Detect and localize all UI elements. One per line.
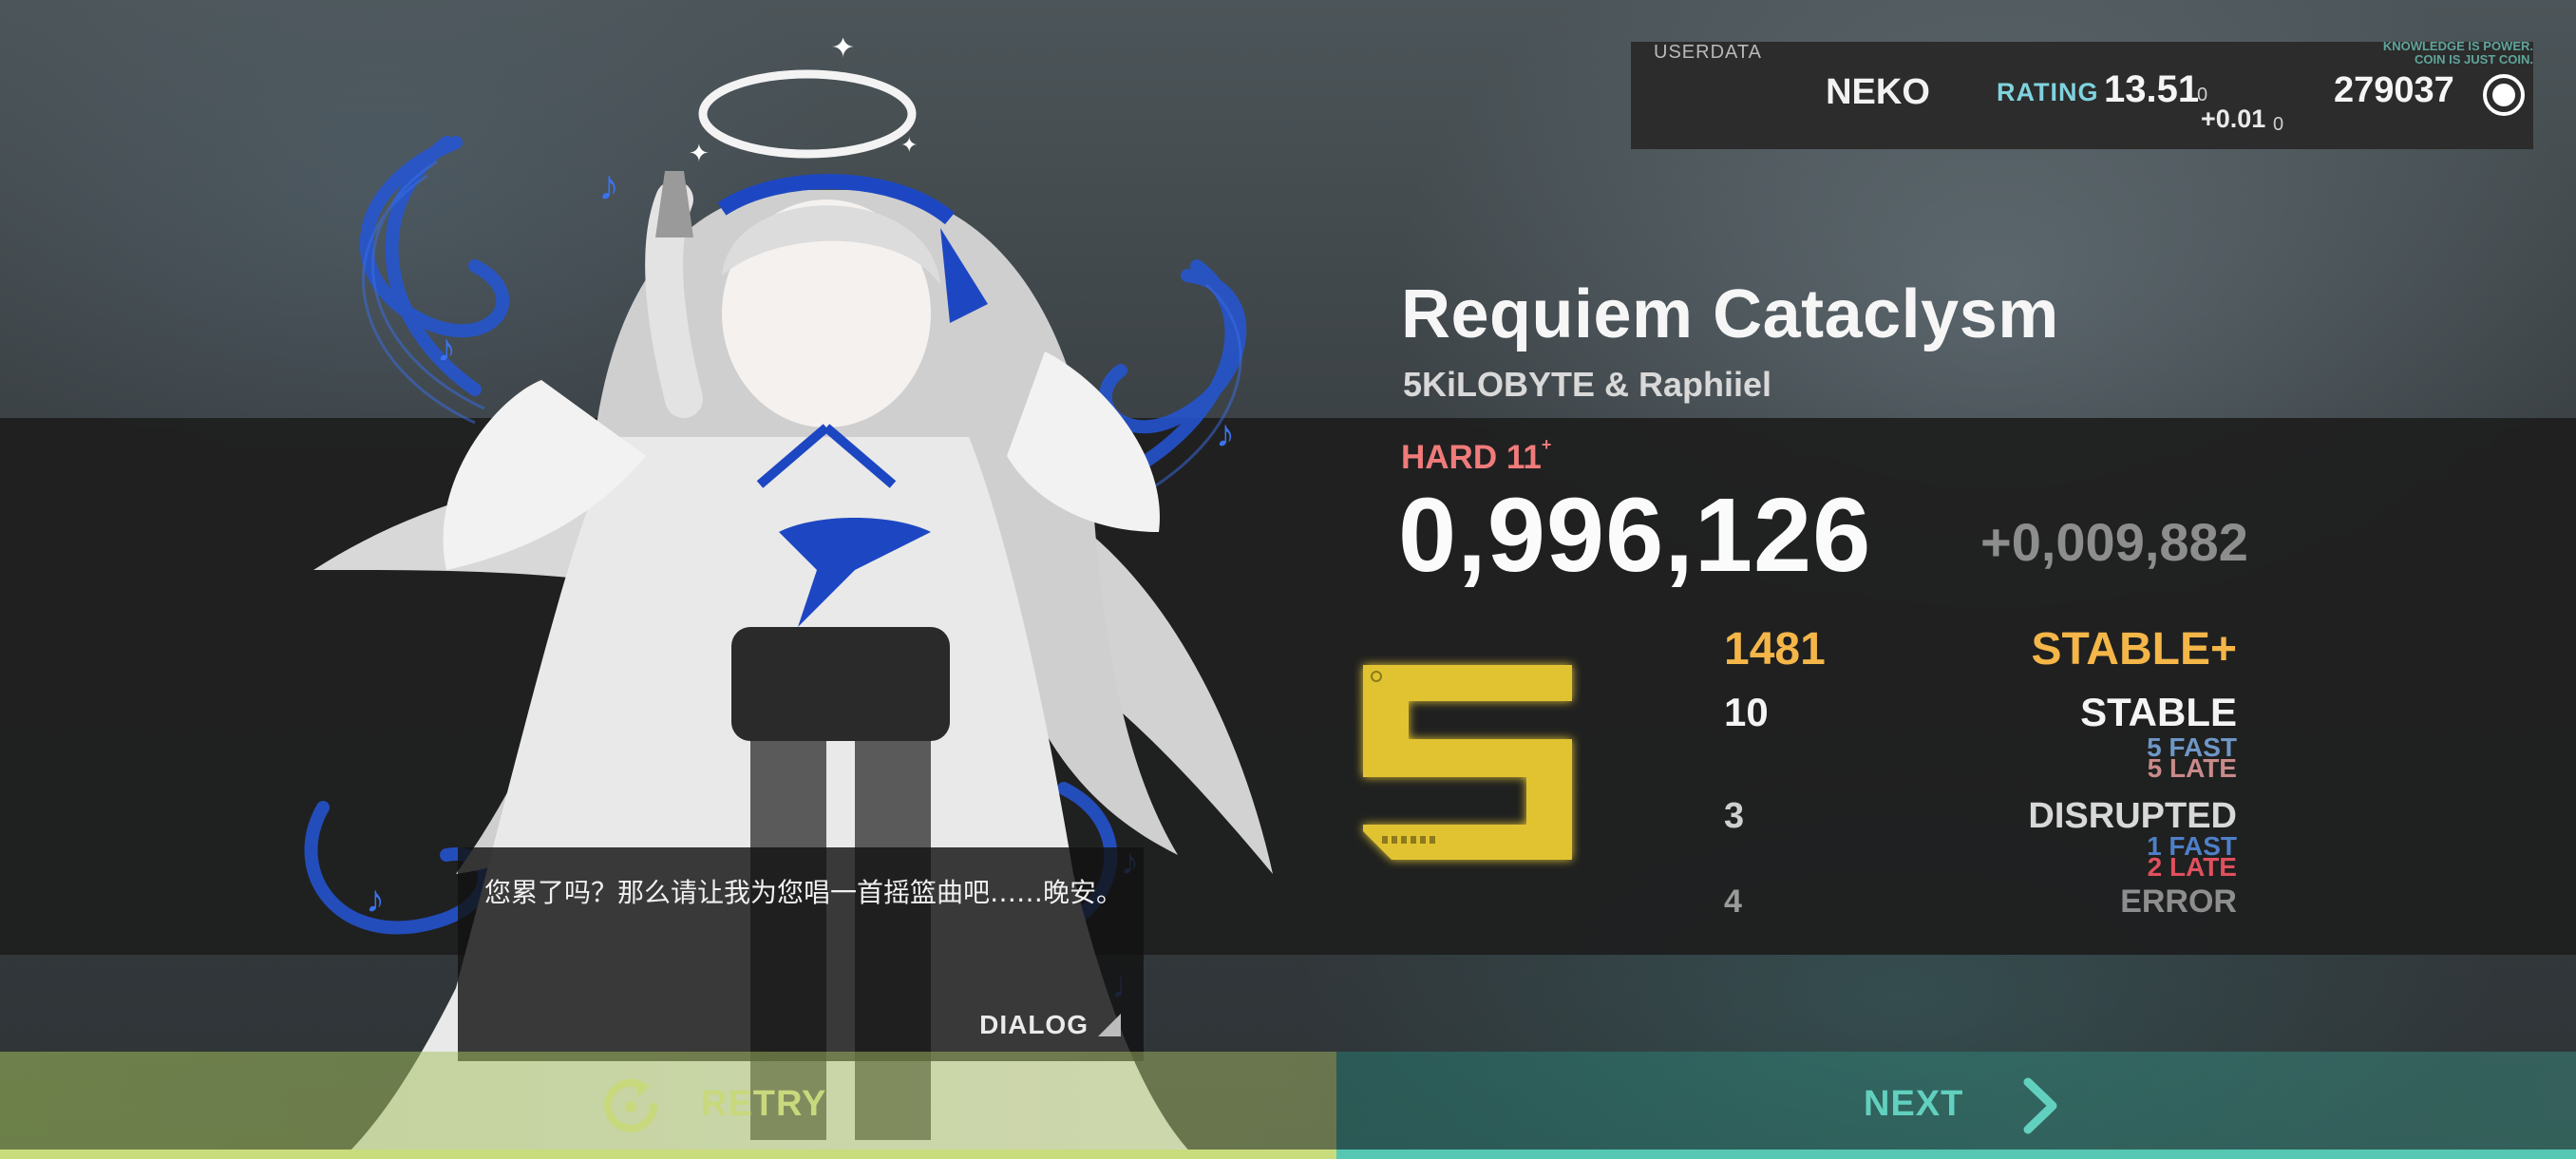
coin-count: 279037 bbox=[2334, 70, 2454, 110]
next-label: NEXT bbox=[1864, 1084, 1964, 1124]
rating-delta-sub: 0 bbox=[2273, 114, 2284, 135]
stable-plus-count: 1481 bbox=[1724, 624, 1826, 674]
error-label: ERROR bbox=[2120, 884, 2237, 920]
dialog-box: 您累了吗？那么请让我为您唱一首摇篮曲吧……晚安。 DIALOG bbox=[458, 847, 1144, 1061]
rating-value-sub: 0 bbox=[2197, 85, 2208, 105]
next-bar bbox=[1336, 1150, 2576, 1159]
rating-value: 13.51 bbox=[2104, 68, 2200, 110]
disrupted-count: 3 bbox=[1724, 796, 1745, 836]
next-button[interactable]: NEXT bbox=[1336, 1052, 2576, 1159]
svg-text:♪: ♪ bbox=[1216, 413, 1235, 455]
dialog-button[interactable]: DIALOG bbox=[979, 1010, 1121, 1040]
svg-text:✦: ✦ bbox=[900, 133, 918, 157]
svg-text:✦: ✦ bbox=[831, 38, 855, 64]
svg-text:♪: ♪ bbox=[366, 879, 385, 921]
corner-triangle-icon bbox=[1098, 1014, 1121, 1036]
disrupted-late: 2 LATE bbox=[2147, 852, 2237, 882]
score: 0,996,126 bbox=[1398, 477, 1872, 594]
userdata-panel: USERDATA KNOWLEDGE IS POWER. COIN IS JUS… bbox=[1631, 39, 2533, 149]
difficulty-text: HARD 11 bbox=[1401, 439, 1542, 476]
stable-count: 10 bbox=[1724, 690, 1769, 734]
retry-bar bbox=[0, 1150, 1336, 1159]
svg-text:♪: ♪ bbox=[598, 162, 619, 209]
chevron-right-icon bbox=[2023, 1077, 2057, 1134]
coin-icon bbox=[2483, 74, 2525, 116]
userdata-motto: KNOWLEDGE IS POWER. COIN IS JUST COIN. bbox=[2382, 39, 2533, 66]
userdata-label: USERDATA bbox=[1654, 42, 1762, 63]
error-count: 4 bbox=[1724, 884, 1742, 920]
player-name: NEKO bbox=[1826, 72, 1930, 112]
svg-text:♪: ♪ bbox=[437, 328, 456, 370]
retry-label: RETRY bbox=[701, 1084, 827, 1124]
retry-button[interactable]: RETRY bbox=[0, 1052, 1336, 1159]
grade-s-emblem bbox=[1363, 665, 1572, 860]
dialog-text: 您累了吗？那么请让我为您唱一首摇篮曲吧……晚安。 bbox=[484, 877, 1124, 908]
retry-icon bbox=[604, 1078, 657, 1132]
score-delta: +0,009,882 bbox=[1980, 512, 2248, 572]
difficulty-label: HARD 11+ bbox=[1401, 435, 1551, 477]
dialog-button-label: DIALOG bbox=[979, 1010, 1089, 1039]
stable-label: STABLE bbox=[2080, 690, 2237, 734]
result-screen: ♪ ♪ ♪ ♪ ♪ ♩ ✦ ✦ ✦ bbox=[0, 0, 2576, 1159]
stable-plus-label: STABLE+ bbox=[2031, 624, 2237, 674]
svg-text:✦: ✦ bbox=[689, 139, 710, 167]
rating-delta: +0.01 bbox=[2201, 104, 2266, 133]
difficulty-plus: + bbox=[1541, 435, 1552, 454]
stable-late: 5 LATE bbox=[2147, 753, 2237, 783]
song-artist: 5KiLOBYTE & Raphiiel bbox=[1403, 365, 1772, 404]
rating-label: RATING bbox=[1997, 78, 2099, 106]
song-title: Requiem Cataclysm bbox=[1401, 276, 2059, 352]
